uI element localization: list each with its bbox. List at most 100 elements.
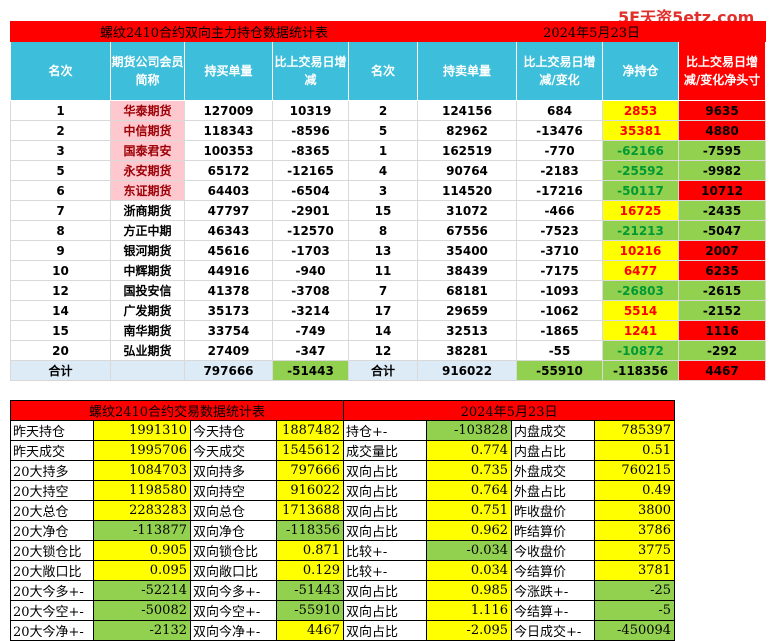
total-net-change: 4467 [678, 360, 767, 381]
sell-rank: 4 [347, 160, 419, 181]
total-buy: 797666 [184, 360, 273, 381]
sell-rank: 1 [347, 140, 419, 161]
sell-change: -17216 [516, 180, 604, 201]
stat-label: 20大持空 [10, 480, 94, 501]
buy-change: -12165 [272, 160, 349, 181]
firm-name: 华泰期货 [110, 100, 185, 121]
stat-value: 0.871 [275, 540, 345, 561]
stat-label: 20大净仓 [10, 520, 94, 541]
buy-rank: 20 [10, 340, 111, 361]
buy-change: -8365 [272, 140, 349, 161]
sell-rank: 2 [347, 100, 419, 121]
trading-stats-table: 螺纹2410合约交易数据统计表 2024年5月23日 昨天持仓 1991310 今天… [9, 400, 676, 641]
stat-value: -450094 [594, 620, 676, 641]
stat-value: 760215 [594, 460, 676, 481]
stat-label: 今天成交 [190, 440, 277, 461]
header-cell: 名次 [347, 41, 419, 101]
net-position: 1241 [602, 320, 680, 341]
sell-change: -7175 [516, 260, 604, 281]
net-position: 16725 [602, 200, 680, 221]
stat-label: 20大今净+- [10, 620, 94, 641]
buy-change: -6504 [272, 180, 349, 201]
sell-rank: 7 [347, 280, 419, 301]
stat-label: 双向占比 [343, 460, 428, 481]
buy-change: -347 [272, 340, 349, 361]
stat-label: 外盘成交 [511, 460, 596, 481]
stat-value: 0.962 [426, 520, 513, 541]
positions-row: 9 银河期货 45616 -1703 13 35400 -3710 10216 2007 [10, 240, 767, 261]
stats-row: 昨天持仓 1991310 今天持仓 1887482 持仓+- -103828 内盘成交 785… [10, 420, 676, 441]
stat-label: 持仓+- [343, 420, 428, 441]
stat-value: 1084703 [93, 460, 191, 481]
net-position: -25592 [602, 160, 680, 181]
stat-value: 0.985 [426, 580, 513, 601]
positions-row: 1 华泰期货 127009 10319 2 124156 684 2853 9635 [10, 100, 767, 121]
net-position: 35381 [602, 120, 680, 141]
sell-change: -13476 [516, 120, 604, 141]
stat-label: 内盘成交 [511, 420, 596, 441]
total-firm-empty [110, 360, 185, 381]
sell-volume: 29659 [417, 300, 518, 321]
buy-rank: 5 [10, 160, 111, 181]
stat-value: -2.095 [426, 620, 513, 641]
buy-change: 10319 [272, 100, 349, 121]
sell-rank: 12 [347, 340, 419, 361]
positions-table-header: 名次 期货公司会员简称 持买单量 比上交易日增减 名次 持卖单量 比上交易日增减… [10, 41, 767, 101]
firm-name: 方正中期 [110, 220, 185, 241]
stat-label: 20大持多 [10, 460, 94, 481]
header-cell: 持卖单量 [417, 41, 518, 101]
stat-label: 今收盘价 [511, 540, 596, 561]
buy-rank: 7 [10, 200, 111, 221]
buy-change: -3214 [272, 300, 349, 321]
stat-value: 2283283 [93, 500, 191, 521]
sell-volume: 124156 [417, 100, 518, 121]
net-change: 10712 [678, 180, 767, 201]
stat-value: 0.51 [594, 440, 676, 461]
stats-row: 昨天成交 1995706 今天成交 1545612 成交量比 0.774 内盘占比 0.51 [10, 440, 676, 461]
stat-label: 20大总仓 [10, 500, 94, 521]
stats-row: 20大锁仓比 0.905 双向锁仓比 0.871 比较+- -0.034 今收盘价 3775 [10, 540, 676, 561]
buy-change: -3708 [272, 280, 349, 301]
header-cell: 持买单量 [184, 41, 273, 101]
sell-volume: 32513 [417, 320, 518, 341]
stat-label: 今结算+- [511, 600, 596, 621]
positions-row: 6 东证期货 64403 -6504 3 114520 -17216 -50117 10712 [10, 180, 767, 201]
sell-volume: 68181 [417, 280, 518, 301]
buy-change: -749 [272, 320, 349, 341]
sell-rank: 11 [347, 260, 419, 281]
sell-change: -770 [516, 140, 604, 161]
buy-rank: 6 [10, 180, 111, 201]
buy-change: -2901 [272, 200, 349, 221]
stat-label: 20大今多+- [10, 580, 94, 601]
stats-row: 20大持多 1084703 双向持多 797666 双向占比 0.735 外盘成交 76021… [10, 460, 676, 481]
stat-label: 双向今多+- [190, 580, 277, 601]
firm-name: 中辉期货 [110, 260, 185, 281]
net-position: -26803 [602, 280, 680, 301]
buy-rank: 15 [10, 320, 111, 341]
net-change: 6235 [678, 260, 767, 281]
stat-value: 3781 [594, 560, 676, 581]
stat-label: 昨天持仓 [10, 420, 94, 441]
stat-label: 昨天成交 [10, 440, 94, 461]
stat-label: 20大锁仓比 [10, 540, 94, 561]
buy-volume: 33754 [184, 320, 273, 341]
positions-row: 10 中辉期货 44916 -940 11 38439 -7175 6477 6235 [10, 260, 767, 281]
net-change: -2615 [678, 280, 767, 301]
positions-row: 12 国投安信 41378 -3708 7 68181 -1093 -26803 -2615 [10, 280, 767, 301]
stat-value: 1198580 [93, 480, 191, 501]
stat-label: 外盘占比 [511, 480, 596, 501]
positions-row: 2 中信期货 118343 -8596 5 82962 -13476 35381 4880 [10, 120, 767, 141]
stat-value: 1991310 [93, 420, 191, 441]
net-change: 1116 [678, 320, 767, 341]
net-position: -21213 [602, 220, 680, 241]
stat-value: 1.116 [426, 600, 513, 621]
stat-value: 1887482 [275, 420, 345, 441]
sell-change: 684 [516, 100, 604, 121]
stat-label: 双向今空+- [190, 600, 277, 621]
header-cell: 比上交易日增减/变化净头寸 [678, 41, 767, 101]
stat-label: 双向占比 [343, 620, 428, 641]
positions-row: 3 国泰君安 100353 -8365 1 162519 -770 -62166 -7595 [10, 140, 767, 161]
positions-row: 20 弘业期货 27409 -347 12 38281 -55 -10872 -292 [10, 340, 767, 361]
buy-volume: 118343 [184, 120, 273, 141]
firm-name: 广发期货 [110, 300, 185, 321]
